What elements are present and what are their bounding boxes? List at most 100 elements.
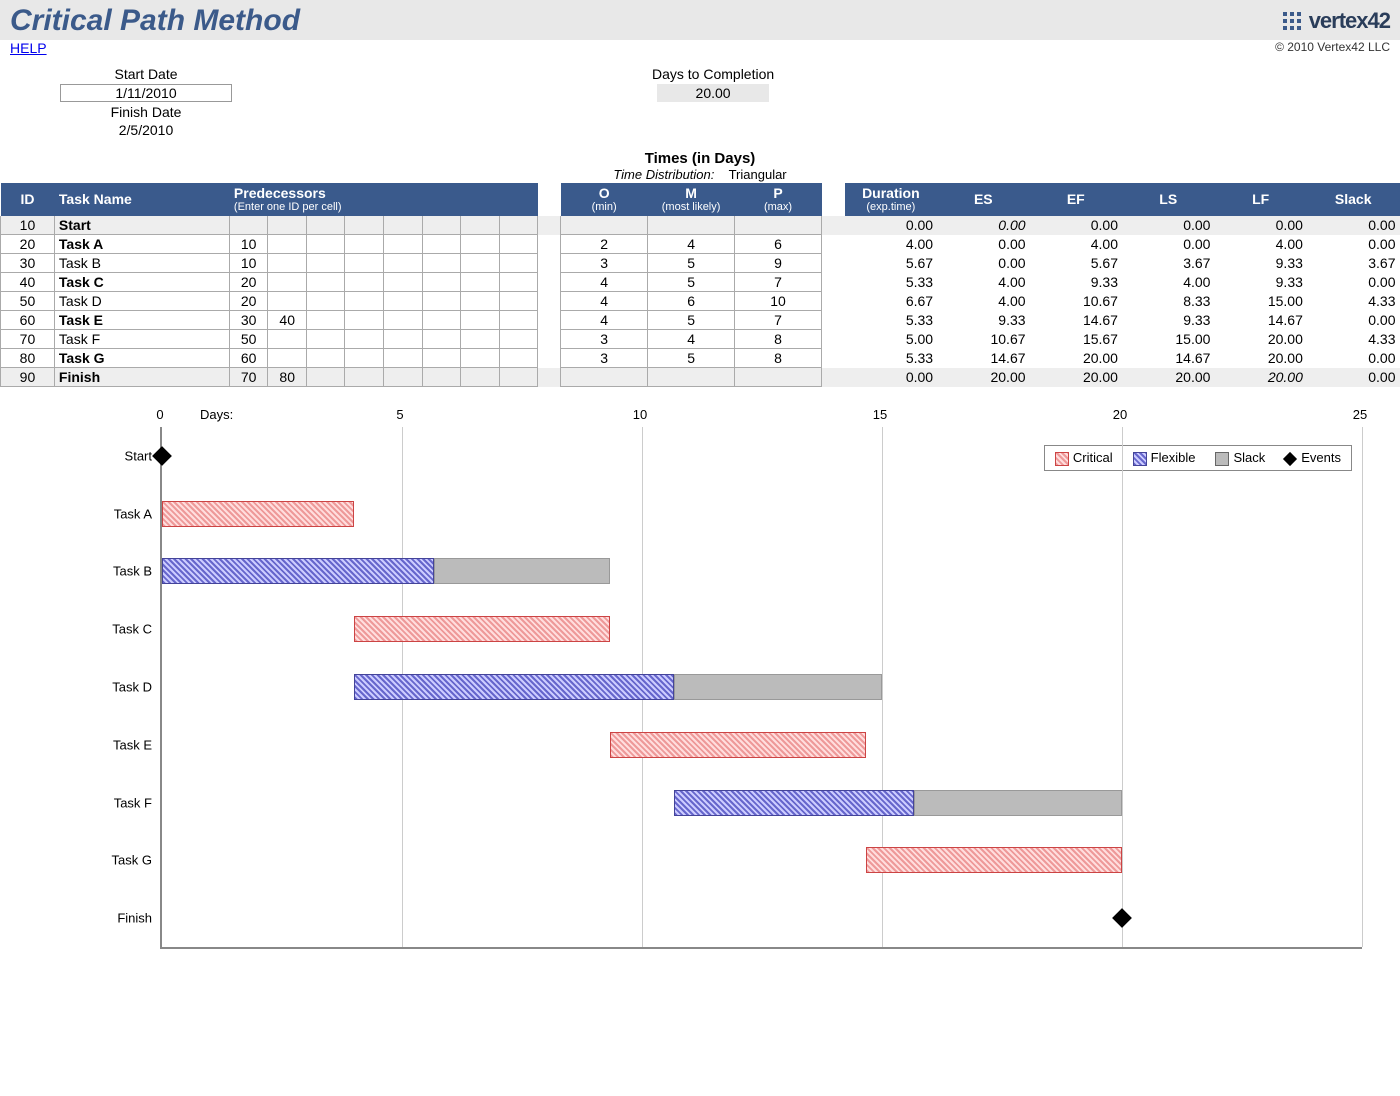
cell-predecessor[interactable] [461,368,500,387]
cell-predecessor[interactable] [422,349,461,368]
cell-predecessor[interactable] [306,349,345,368]
cell-predecessor[interactable] [461,216,500,235]
cell-predecessor[interactable] [268,292,307,311]
cell-m[interactable]: 5 [648,254,735,273]
cell-id[interactable]: 90 [1,368,55,387]
cell-task-name[interactable]: Task D [54,292,229,311]
cell-predecessor[interactable] [499,216,538,235]
cell-p[interactable]: 9 [735,254,822,273]
cell-predecessor[interactable] [306,216,345,235]
cell-predecessor[interactable] [306,273,345,292]
cell-predecessor[interactable] [229,216,268,235]
cell-predecessor[interactable] [345,311,384,330]
cell-m[interactable] [648,368,735,387]
cell-predecessor[interactable]: 10 [229,235,268,254]
cell-predecessor[interactable] [345,254,384,273]
cell-id[interactable]: 10 [1,216,55,235]
cell-task-name[interactable]: Task C [54,273,229,292]
cell-m[interactable]: 4 [648,330,735,349]
cell-predecessor[interactable]: 10 [229,254,268,273]
cell-predecessor[interactable] [422,368,461,387]
cell-predecessor[interactable] [345,273,384,292]
cell-predecessor[interactable] [499,273,538,292]
cell-predecessor[interactable] [383,292,422,311]
cell-predecessor[interactable] [499,254,538,273]
cell-predecessor[interactable] [383,311,422,330]
help-link[interactable]: HELP [10,40,47,56]
cell-m[interactable]: 5 [648,349,735,368]
cell-predecessor[interactable] [499,349,538,368]
cell-predecessor[interactable] [422,311,461,330]
cell-id[interactable]: 40 [1,273,55,292]
cell-predecessor[interactable] [306,235,345,254]
cell-o[interactable] [561,216,648,235]
cell-p[interactable]: 7 [735,311,822,330]
cell-predecessor[interactable] [306,292,345,311]
cell-task-name[interactable]: Task A [54,235,229,254]
cell-predecessor[interactable] [499,311,538,330]
cell-predecessor[interactable] [499,235,538,254]
cell-predecessor[interactable] [383,349,422,368]
cell-predecessor[interactable] [383,368,422,387]
cell-predecessor[interactable] [268,235,307,254]
cell-predecessor[interactable] [345,349,384,368]
cell-id[interactable]: 30 [1,254,55,273]
cell-predecessor[interactable] [422,216,461,235]
cell-p[interactable]: 7 [735,273,822,292]
cell-predecessor[interactable] [345,292,384,311]
cell-id[interactable]: 80 [1,349,55,368]
cell-predecessor[interactable]: 70 [229,368,268,387]
cell-predecessor[interactable] [268,216,307,235]
cell-predecessor[interactable] [383,254,422,273]
cell-predecessor[interactable]: 20 [229,273,268,292]
cell-m[interactable]: 5 [648,311,735,330]
cell-o[interactable] [561,368,648,387]
cell-predecessor[interactable] [499,330,538,349]
cell-predecessor[interactable]: 80 [268,368,307,387]
cell-p[interactable]: 6 [735,235,822,254]
cell-p[interactable]: 10 [735,292,822,311]
cell-task-name[interactable]: Start [54,216,229,235]
cell-p[interactable]: 8 [735,330,822,349]
cell-task-name[interactable]: Task E [54,311,229,330]
cell-task-name[interactable]: Task G [54,349,229,368]
cell-o[interactable]: 3 [561,349,648,368]
start-date-value[interactable]: 1/11/2010 [60,84,232,102]
cell-p[interactable] [735,216,822,235]
cell-predecessor[interactable] [461,349,500,368]
cell-o[interactable]: 2 [561,235,648,254]
cell-predecessor[interactable] [499,368,538,387]
cell-p[interactable] [735,368,822,387]
cell-p[interactable]: 8 [735,349,822,368]
cell-o[interactable]: 3 [561,330,648,349]
cell-predecessor[interactable] [383,216,422,235]
cell-predecessor[interactable] [306,368,345,387]
cell-predecessor[interactable]: 40 [268,311,307,330]
cell-predecessor[interactable] [345,368,384,387]
cell-o[interactable]: 4 [561,273,648,292]
cell-id[interactable]: 60 [1,311,55,330]
cell-predecessor[interactable] [461,273,500,292]
cell-predecessor[interactable] [268,349,307,368]
cell-predecessor[interactable]: 20 [229,292,268,311]
cell-id[interactable]: 70 [1,330,55,349]
cell-predecessor[interactable] [422,235,461,254]
cell-predecessor[interactable] [345,235,384,254]
cell-predecessor[interactable] [383,235,422,254]
cell-o[interactable]: 4 [561,292,648,311]
cell-predecessor[interactable] [306,254,345,273]
cell-predecessor[interactable] [461,292,500,311]
cell-predecessor[interactable] [345,330,384,349]
cell-task-name[interactable]: Task B [54,254,229,273]
cell-task-name[interactable]: Finish [54,368,229,387]
cell-predecessor[interactable] [422,273,461,292]
cell-predecessor[interactable] [461,235,500,254]
cell-predecessor[interactable] [306,330,345,349]
cell-task-name[interactable]: Task F [54,330,229,349]
cell-predecessor[interactable] [499,292,538,311]
cell-predecessor[interactable] [268,273,307,292]
cell-predecessor[interactable]: 30 [229,311,268,330]
cell-predecessor[interactable] [345,216,384,235]
cell-id[interactable]: 50 [1,292,55,311]
cell-predecessor[interactable] [383,273,422,292]
